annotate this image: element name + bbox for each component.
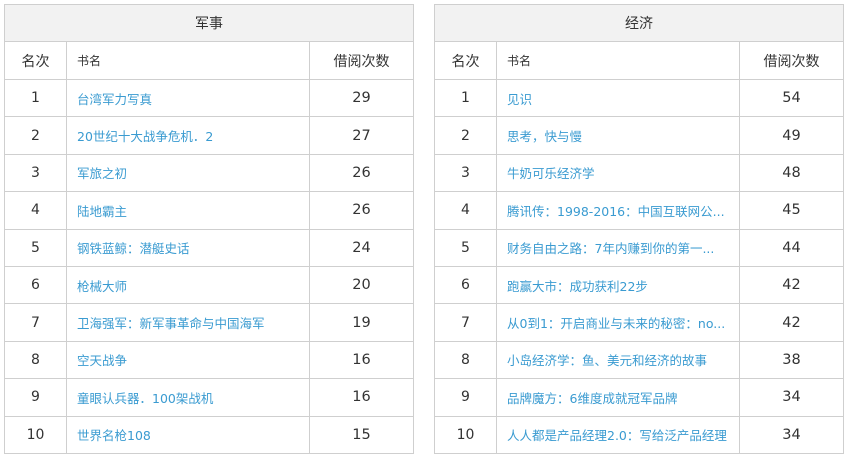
- table-title: 军事: [4, 4, 414, 42]
- table-row: 1 台湾军力写真 29: [4, 78, 415, 118]
- borrow-count-cell: 49: [738, 116, 845, 155]
- rank-cell: 3: [434, 153, 497, 193]
- column-header-book-name: 书名: [496, 41, 740, 80]
- book-link[interactable]: 腾讯传：1998-2016：中国互联网公...: [507, 204, 725, 219]
- table-row: 3 牛奶可乐经济学 48: [434, 153, 845, 193]
- rank-cell: 3: [4, 153, 67, 193]
- economy-ranking-panel: 经济 名次 书名 借阅次数 1 见识 54 2 思考，快与慢 49 3 牛奶可乐经济学 48…: [434, 4, 845, 454]
- book-link[interactable]: 卫海强军：新军事革命与中国海军: [77, 316, 265, 331]
- table-row: 5 钢铁蓝鲸：潜艇史话 24: [4, 228, 415, 267]
- book-link[interactable]: 童眼认兵器．100架战机: [77, 391, 213, 406]
- borrow-count-cell: 34: [738, 415, 845, 454]
- borrow-count-cell: 44: [738, 228, 845, 267]
- rank-cell: 5: [4, 228, 67, 267]
- rank-cell: 5: [434, 228, 497, 267]
- book-link[interactable]: 跑赢大市：成功获利22步: [507, 279, 648, 294]
- borrow-count-cell: 34: [738, 378, 845, 417]
- table-row: 2 20世纪十大战争危机．2 27: [4, 116, 415, 155]
- table-row: 1 见识 54: [434, 78, 845, 118]
- borrow-count-cell: 48: [738, 153, 845, 193]
- book-link[interactable]: 牛奶可乐经济学: [507, 166, 595, 181]
- borrow-count-cell: 42: [738, 303, 845, 342]
- table-row: 7 卫海强军：新军事革命与中国海军 19: [4, 303, 415, 342]
- book-link[interactable]: 思考，快与慢: [507, 129, 582, 144]
- borrow-count-cell: 38: [738, 340, 845, 380]
- table-row: 10 世界名枪108 15: [4, 415, 415, 454]
- book-link[interactable]: 见识: [507, 92, 532, 107]
- borrow-count-cell: 20: [308, 265, 415, 305]
- borrow-count-cell: 26: [308, 191, 415, 230]
- column-header-borrow-count: 借阅次数: [308, 41, 415, 80]
- borrow-count-cell: 27: [308, 116, 415, 155]
- table-row: 8 空天战争 16: [4, 340, 415, 380]
- column-header-rank: 名次: [434, 41, 497, 80]
- book-link[interactable]: 钢铁蓝鲸：潜艇史话: [77, 241, 190, 256]
- column-header-rank: 名次: [4, 41, 67, 80]
- book-link[interactable]: 台湾军力写真: [77, 92, 152, 107]
- table-row: 7 从0到1：开启商业与未来的秘密：no... 42: [434, 303, 845, 342]
- borrow-count-cell: 54: [738, 78, 845, 118]
- rank-cell: 4: [434, 191, 497, 230]
- table-row: 2 思考，快与慢 49: [434, 116, 845, 155]
- column-header-borrow-count: 借阅次数: [738, 41, 845, 80]
- table-row: 5 财务自由之路：7年内赚到你的第一... 44: [434, 228, 845, 267]
- book-link[interactable]: 财务自由之路：7年内赚到你的第一...: [507, 241, 714, 256]
- borrow-count-cell: 16: [308, 340, 415, 380]
- borrow-count-cell: 15: [308, 415, 415, 454]
- book-link[interactable]: 空天战争: [77, 353, 127, 368]
- economy-ranking-table: 经济 名次 书名 借阅次数 1 见识 54 2 思考，快与慢 49 3 牛奶可乐经济学 48…: [434, 4, 845, 454]
- rank-cell: 6: [4, 265, 67, 305]
- rank-cell: 1: [434, 78, 497, 118]
- table-row: 4 陆地霸主 26: [4, 191, 415, 230]
- table-row: 9 童眼认兵器．100架战机 16: [4, 378, 415, 417]
- table-row: 6 跑赢大市：成功获利22步 42: [434, 265, 845, 305]
- table-title: 经济: [434, 4, 844, 42]
- military-ranking-table: 军事 名次 书名 借阅次数 1 台湾军力写真 29 2 20世纪十大战争危机．2 27 …: [4, 4, 415, 454]
- rank-cell: 8: [4, 340, 67, 380]
- borrow-count-cell: 45: [738, 191, 845, 230]
- book-link[interactable]: 枪械大师: [77, 279, 127, 294]
- book-link[interactable]: 小岛经济学：鱼、美元和经济的故事: [507, 353, 707, 368]
- book-link[interactable]: 从0到1：开启商业与未来的秘密：no...: [507, 316, 725, 331]
- rank-cell: 2: [434, 116, 497, 155]
- borrow-count-cell: 42: [738, 265, 845, 305]
- military-ranking-panel: 军事 名次 书名 借阅次数 1 台湾军力写真 29 2 20世纪十大战争危机．2 27 …: [4, 4, 415, 454]
- rank-cell: 8: [434, 340, 497, 380]
- book-link[interactable]: 品牌魔方：6维度成就冠军品牌: [507, 391, 677, 406]
- rank-cell: 2: [4, 116, 67, 155]
- borrow-count-cell: 24: [308, 228, 415, 267]
- book-link[interactable]: 20世纪十大战争危机．2: [77, 129, 213, 144]
- borrow-count-cell: 29: [308, 78, 415, 118]
- column-header-book-name: 书名: [66, 41, 310, 80]
- table-row: 3 军旅之初 26: [4, 153, 415, 193]
- table-row: 10 人人都是产品经理2.0：写给泛产品经理 34: [434, 415, 845, 454]
- rank-cell: 7: [434, 303, 497, 342]
- book-link[interactable]: 陆地霸主: [77, 204, 127, 219]
- table-row: 8 小岛经济学：鱼、美元和经济的故事 38: [434, 340, 845, 380]
- rank-cell: 9: [434, 378, 497, 417]
- table-row: 4 腾讯传：1998-2016：中国互联网公... 45: [434, 191, 845, 230]
- rank-cell: 9: [4, 378, 67, 417]
- rank-cell: 10: [434, 415, 497, 454]
- borrow-count-cell: 16: [308, 378, 415, 417]
- rank-cell: 4: [4, 191, 67, 230]
- book-link[interactable]: 军旅之初: [77, 166, 127, 181]
- rank-cell: 1: [4, 78, 67, 118]
- table-row: 9 品牌魔方：6维度成就冠军品牌 34: [434, 378, 845, 417]
- rank-cell: 7: [4, 303, 67, 342]
- rank-cell: 10: [4, 415, 67, 454]
- table-row: 6 枪械大师 20: [4, 265, 415, 305]
- book-link[interactable]: 人人都是产品经理2.0：写给泛产品经理: [507, 428, 727, 443]
- borrow-count-cell: 19: [308, 303, 415, 342]
- book-link[interactable]: 世界名枪108: [77, 428, 151, 443]
- borrow-count-cell: 26: [308, 153, 415, 193]
- rank-cell: 6: [434, 265, 497, 305]
